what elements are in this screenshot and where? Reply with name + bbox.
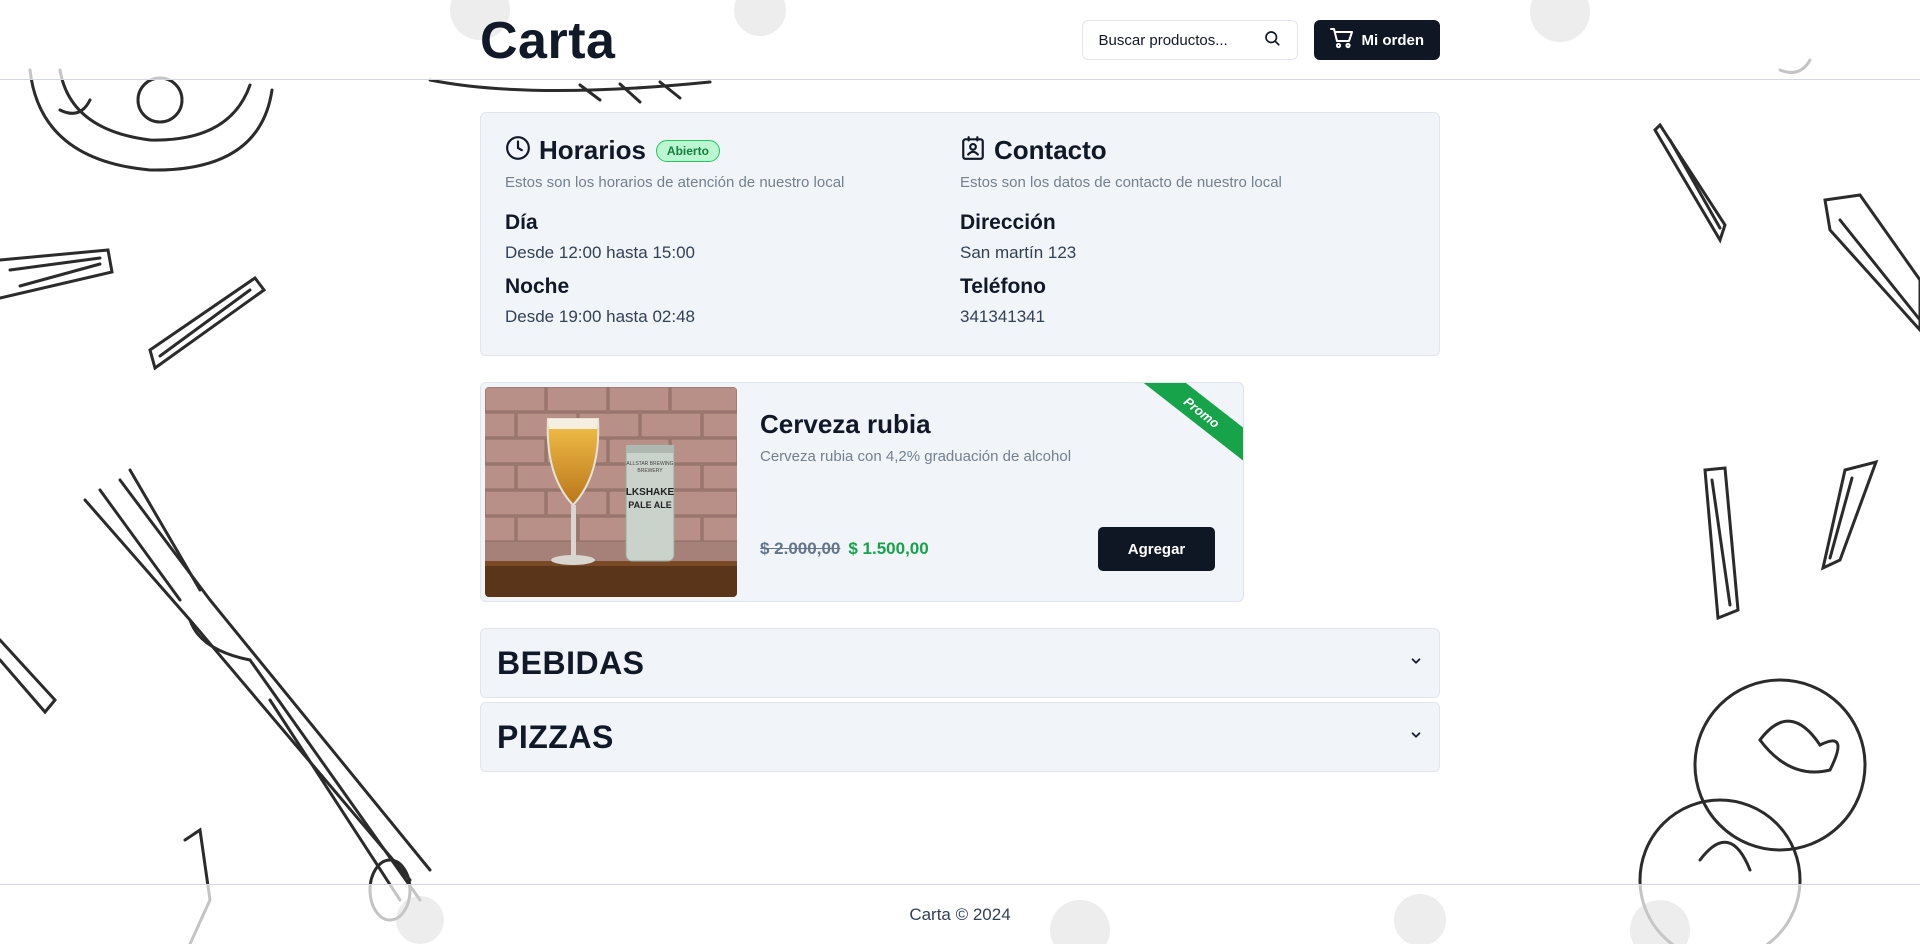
can-label-line: ALLSTAR BREWING: [626, 461, 673, 467]
hours-subtitle: Estos son los horarios de atención de nu…: [505, 174, 845, 191]
chevron-down-icon[interactable]: [1409, 654, 1423, 673]
contact-title: Contacto: [994, 135, 1107, 165]
promo-price: $ 1.500,00: [848, 539, 929, 558]
product-name: Cerveza rubia: [760, 409, 931, 439]
product-image: ALLSTAR BREWING BREWERY LKSHAKE PALE ALE: [485, 387, 737, 597]
hours-section: Horarios Abierto Estos son los horarios …: [505, 135, 960, 333]
product-description: Cerveza rubia con 4,2% graduación de alc…: [760, 448, 1072, 465]
can-label-line: BREWERY: [637, 468, 663, 474]
contact-section: Contacto Estos son los datos de contacto…: [960, 135, 1415, 333]
add-to-order-button[interactable]: Agregar: [1098, 527, 1215, 571]
clock-icon: [505, 135, 531, 166]
my-order-button[interactable]: Mi orden: [1313, 20, 1440, 60]
hours-row: Día Desde 12:00 hasta 15:00: [505, 211, 960, 263]
can-label-line: LKSHAKE: [626, 487, 675, 498]
contact-card-icon: [960, 135, 986, 166]
contact-subtitle: Estos son los datos de contacto de nuest…: [960, 174, 1282, 191]
contact-row-label: Teléfono: [960, 275, 1046, 298]
hours-row-value: Desde 12:00 hasta 15:00: [505, 243, 695, 262]
footer-copyright: Carta © 2024: [909, 904, 1011, 924]
category-title: PIZZAS: [497, 718, 614, 755]
search-input[interactable]: [1098, 31, 1249, 49]
hours-title: Horarios: [539, 135, 646, 165]
category-accordion-pizzas[interactable]: PIZZAS: [480, 702, 1440, 772]
old-price: $ 2.000,00: [760, 539, 841, 558]
chevron-down-icon[interactable]: [1409, 728, 1423, 747]
cart-icon: [1329, 27, 1354, 53]
search-box[interactable]: [1081, 20, 1298, 60]
hours-row: Noche Desde 19:00 hasta 02:48: [505, 275, 960, 327]
category-title: BEBIDAS: [497, 644, 645, 681]
brand-title[interactable]: Carta: [480, 15, 615, 67]
top-header: Carta Mi orden: [0, 0, 1920, 80]
main-content: Horarios Abierto Estos son los horarios …: [480, 112, 1440, 772]
my-order-label: Mi orden: [1361, 31, 1425, 49]
contact-row-value: 341341341: [960, 307, 1046, 326]
page-footer: Carta © 2024: [0, 884, 1920, 944]
can-label-line: PALE ALE: [628, 500, 672, 510]
category-accordion-bebidas[interactable]: BEBIDAS: [480, 628, 1440, 698]
contact-row-value: San martín 123: [960, 243, 1077, 262]
contact-row: Teléfono 341341341: [960, 275, 1415, 327]
hours-row-label: Noche: [505, 275, 570, 298]
hours-row-label: Día: [505, 211, 538, 234]
contact-row: Dirección San martín 123: [960, 211, 1415, 263]
contact-row-label: Dirección: [960, 211, 1056, 234]
promo-product-card[interactable]: ALLSTAR BREWING BREWERY LKSHAKE PALE ALE…: [480, 382, 1244, 602]
search-icon[interactable]: [1263, 29, 1281, 52]
hours-row-value: Desde 19:00 hasta 02:48: [505, 307, 695, 326]
status-badge: Abierto: [655, 139, 720, 162]
info-card: Horarios Abierto Estos son los horarios …: [480, 112, 1440, 356]
